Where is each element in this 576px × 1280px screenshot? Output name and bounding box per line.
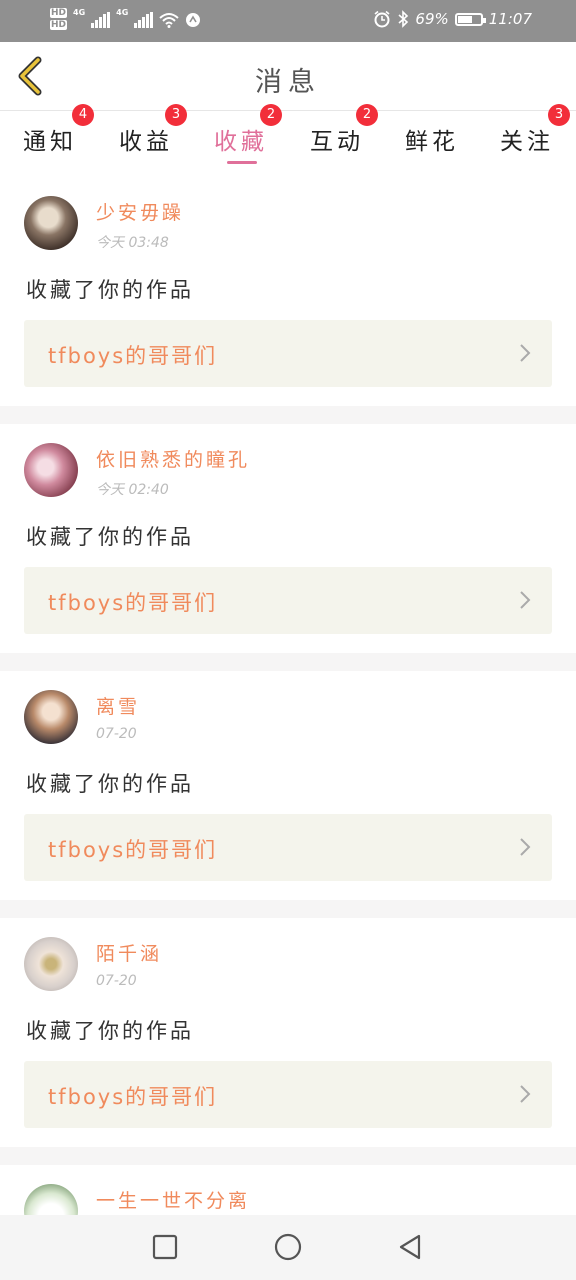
action-text: 收藏了你的作品: [26, 278, 194, 302]
back-nav-icon[interactable]: [395, 1232, 425, 1262]
timestamp: 07-20: [96, 726, 137, 742]
list-item: 一生一世不分离: [0, 1166, 576, 1215]
avatar[interactable]: [24, 196, 78, 250]
count-badge: 3: [165, 104, 187, 126]
data-saver-icon: [186, 13, 201, 27]
signal-icon: [91, 12, 111, 28]
tab-label: 关注: [500, 129, 554, 155]
tab-label: 通知: [23, 129, 77, 155]
count-badge: 3: [548, 104, 570, 126]
active-tab-indicator: [227, 161, 257, 164]
page-title: 消息: [255, 67, 321, 98]
tab-bar: 通知 4 收益 3 收藏 2 互动 2 鲜花 关注 3: [0, 104, 576, 170]
work-card[interactable]: tfboys的哥哥们: [24, 1061, 552, 1128]
work-title: tfboys的哥哥们: [48, 838, 218, 862]
divider: [0, 900, 576, 918]
tab-label: 互动: [310, 129, 364, 155]
tab-label: 鲜花: [405, 129, 459, 155]
tab-follows[interactable]: 关注 3: [479, 104, 575, 170]
clock: 11:07: [488, 10, 532, 28]
username[interactable]: 一生一世不分离: [96, 1186, 250, 1213]
work-title: tfboys的哥哥们: [48, 591, 218, 615]
tab-favorites[interactable]: 收藏 2: [193, 104, 289, 170]
list-item: 依旧熟悉的瞳孔 今天 02:40 收藏了你的作品 tfboys的哥哥们: [0, 425, 576, 653]
status-bar: HD HD 4G 4G 69% 11:07: [0, 0, 576, 42]
signal-icon-2: [134, 12, 154, 28]
system-nav-bar: [0, 1215, 576, 1280]
work-title: tfboys的哥哥们: [48, 344, 218, 368]
battery-percent: 69%: [415, 10, 449, 28]
timestamp: 07-20: [96, 973, 137, 989]
count-badge: 2: [356, 104, 378, 126]
list-item: 陌千涵 07-20 收藏了你的作品 tfboys的哥哥们: [0, 919, 576, 1147]
network-type-1: 4G: [73, 8, 86, 17]
tab-label: 收藏: [214, 129, 268, 155]
wifi-icon: [159, 13, 179, 28]
tab-label: 收益: [119, 129, 173, 155]
list-item: 少安毋躁 今天 03:48 收藏了你的作品 tfboys的哥哥们: [0, 178, 576, 406]
divider: [0, 653, 576, 671]
username[interactable]: 依旧熟悉的瞳孔: [96, 445, 250, 472]
bluetooth-icon: [398, 10, 409, 28]
action-text: 收藏了你的作品: [26, 525, 194, 549]
action-text: 收藏了你的作品: [26, 772, 194, 796]
work-card[interactable]: tfboys的哥哥们: [24, 814, 552, 881]
hd-indicator: HD HD: [50, 8, 68, 30]
tab-interactions[interactable]: 互动 2: [289, 104, 385, 170]
timestamp: 今天 02:40: [96, 482, 169, 498]
chevron-right-icon: [520, 838, 531, 856]
username[interactable]: 离雪: [96, 692, 140, 719]
alarm-icon: [374, 10, 390, 28]
avatar[interactable]: [24, 937, 78, 991]
avatar[interactable]: [24, 690, 78, 744]
work-card[interactable]: tfboys的哥哥们: [24, 320, 552, 387]
divider: [0, 406, 576, 424]
work-title: tfboys的哥哥们: [48, 1085, 218, 1109]
username[interactable]: 少安毋躁: [96, 198, 184, 225]
work-card[interactable]: tfboys的哥哥们: [24, 567, 552, 634]
tab-earnings[interactable]: 收益 3: [98, 104, 194, 170]
chevron-right-icon: [520, 1085, 531, 1103]
username[interactable]: 陌千涵: [96, 939, 162, 966]
list-item: 离雪 07-20 收藏了你的作品 tfboys的哥哥们: [0, 672, 576, 900]
home-icon[interactable]: [273, 1232, 303, 1262]
chevron-right-icon: [520, 591, 531, 609]
divider: [0, 1147, 576, 1165]
count-badge: 4: [72, 104, 94, 126]
chevron-right-icon: [520, 344, 531, 362]
recents-icon[interactable]: [150, 1232, 180, 1262]
header-bar: 消息: [0, 42, 576, 111]
avatar[interactable]: [24, 1184, 78, 1215]
timestamp: 今天 03:48: [96, 235, 169, 251]
tab-notifications[interactable]: 通知 4: [2, 104, 98, 170]
tab-flowers[interactable]: 鲜花: [384, 110, 480, 170]
battery-icon: [454, 12, 486, 26]
count-badge: 2: [260, 104, 282, 126]
action-text: 收藏了你的作品: [26, 1019, 194, 1043]
network-type-2: 4G: [116, 8, 129, 17]
avatar[interactable]: [24, 443, 78, 497]
